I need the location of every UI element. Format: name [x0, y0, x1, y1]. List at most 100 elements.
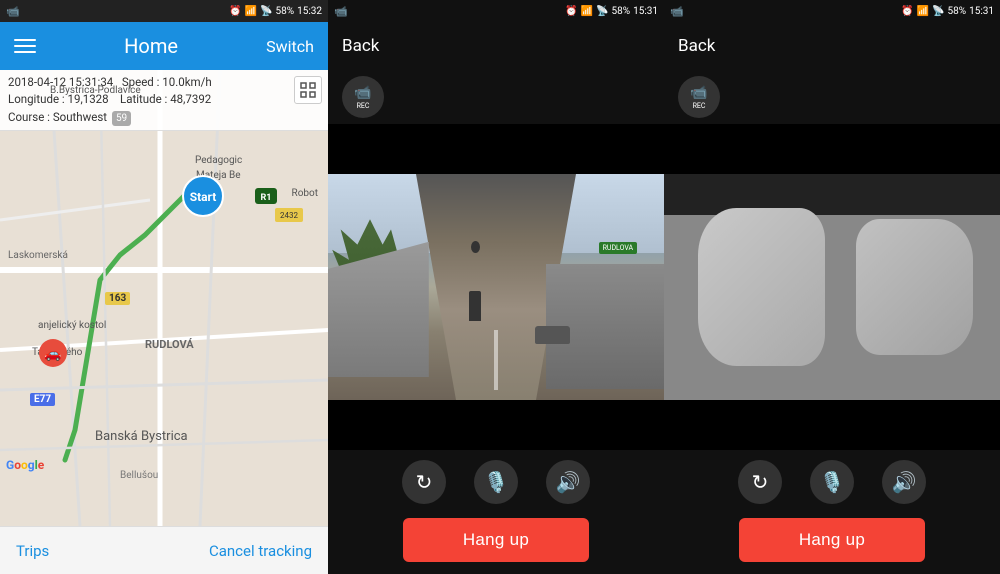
start-marker: Start [182, 175, 224, 217]
svg-text:R1: R1 [261, 193, 272, 203]
signal-icon: 📡 [260, 6, 272, 17]
gps-info: 2018-04-12 15:31:34 Speed : 10.0km/h Lon… [0, 70, 328, 131]
svg-text:2432: 2432 [280, 211, 298, 220]
wifi-icon-v2: 📶 [917, 6, 929, 17]
road-sign: RUDLOVA [599, 242, 638, 254]
map-expand-button[interactable] [294, 76, 322, 104]
menu-icon[interactable] [14, 39, 36, 53]
call-controls-2: ↻ 🎙️ 🔊 [664, 450, 1000, 514]
bellus-label: Bellušou [120, 470, 158, 481]
robot-label: Robot [292, 188, 318, 199]
rec-icon-2: 📹 [690, 85, 707, 101]
call-controls-1: ↻ 🎙️ 🔊 [328, 450, 664, 514]
course-label: Course : [8, 110, 50, 124]
wifi-icon-v1: 📶 [581, 6, 593, 17]
time-map: 15:32 [297, 6, 322, 17]
video-panel-interior: 📹 ⏰ 📶 📡 58% 15:31 Back 📹 REC [664, 0, 1000, 574]
area-label-1: B.Bystrica-Podlavice [50, 85, 141, 96]
mic-icon-1: 🎙️ [484, 470, 509, 494]
dashcam-scene: RUDLOVA [328, 174, 664, 400]
status-bar-video1: 📹 ⏰ 📶 📡 58% 15:31 [328, 0, 664, 22]
rec-area-2: 📹 REC [664, 70, 1000, 124]
person-head [471, 241, 480, 253]
map-area[interactable]: R1 2432 163 E77 B.Bystrica-Podlavice Ped… [0, 70, 328, 526]
interior-image [664, 174, 1000, 400]
car-roof [664, 174, 1000, 215]
switch-button[interactable]: Switch [266, 37, 314, 56]
course-value: Southwest [53, 110, 107, 124]
video-black-bottom-2 [664, 400, 1000, 450]
road-label-e77: E77 [30, 393, 55, 406]
area-label-lask: Laskomerská [8, 250, 68, 261]
trips-button[interactable]: Trips [16, 542, 49, 560]
rec-button-1[interactable]: 📹 REC [342, 76, 384, 118]
hangup-button-2[interactable]: Hang up [739, 518, 925, 562]
rudlova-label: RUDLOVÁ [145, 338, 194, 351]
start-icon-svg: Start [182, 175, 224, 217]
wifi-icon: 📶 [245, 6, 257, 17]
map-background: R1 2432 163 E77 B.Bystrica-Podlavice Ped… [0, 70, 328, 526]
rec-label-2: REC [693, 102, 706, 110]
map-bottom-bar: Trips Cancel tracking [0, 526, 328, 574]
speed-badge: 59 [112, 111, 131, 126]
time-v2: 15:31 [969, 6, 994, 17]
passenger-face [698, 208, 826, 366]
rotate-icon-2: ↻ [752, 470, 769, 494]
volume-button-1[interactable]: 🔊 [546, 460, 590, 504]
app-header: Home Switch [0, 22, 328, 70]
lane-line [494, 330, 498, 390]
video-panel-dashcam: 📹 ⏰ 📶 📡 58% 15:31 Back 📹 REC [328, 0, 664, 574]
hangup-button-1[interactable]: Hang up [403, 518, 589, 562]
svg-text:🚗: 🚗 [44, 346, 61, 362]
car-icon-svg: 🚗 [38, 338, 68, 368]
battery-v2: 58% [948, 6, 967, 17]
rec-button-2[interactable]: 📹 REC [678, 76, 720, 118]
back-button-1[interactable]: Back [342, 36, 379, 56]
mute-button-2[interactable]: 🎙️ [810, 460, 854, 504]
rotate-button-1[interactable]: ↻ [402, 460, 446, 504]
status-bar-video2: 📹 ⏰ 📶 📡 58% 15:31 [664, 0, 1000, 22]
time-v1: 15:31 [633, 6, 658, 17]
latitude-value: 48,7392 [170, 92, 211, 106]
rec-icon-1: 📹 [354, 85, 371, 101]
status-bar-map: 📹 ⏰ 📶 📡 58% 15:32 [0, 0, 328, 22]
area-label-pedagog: Pedagogic [195, 155, 242, 166]
mic-icon-2: 🎙️ [820, 470, 845, 494]
google-logo: Google [6, 458, 44, 472]
hangup-area-2: Hang up [664, 514, 1000, 574]
signal-icon-v1: 📡 [596, 6, 608, 17]
rec-label-1: REC [357, 102, 370, 110]
video-black-bottom-1 [328, 400, 664, 450]
car-marker: 🚗 [38, 338, 68, 368]
driver-face [856, 219, 974, 355]
cancel-tracking-button[interactable]: Cancel tracking [209, 542, 312, 560]
battery-v1: 58% [612, 6, 631, 17]
video-back-area-2: Back [664, 22, 1000, 70]
camera-icon-map: 📹 [6, 5, 20, 18]
app-title: Home [124, 34, 178, 58]
alarm-icon-v1: ⏰ [565, 6, 577, 17]
city-name: Banská Bystrica [95, 429, 188, 444]
rec-area-1: 📹 REC [328, 70, 664, 124]
back-button-2[interactable]: Back [678, 36, 715, 56]
status-icons-map: ⏰ 📶 📡 58% 15:32 [229, 6, 322, 17]
video-black-top-1 [328, 124, 664, 174]
hangup-area-1: Hang up [328, 514, 664, 574]
speed-value: 10.0km/h [162, 75, 211, 89]
mute-button-1[interactable]: 🎙️ [474, 460, 518, 504]
volume-button-2[interactable]: 🔊 [882, 460, 926, 504]
expand-icon [300, 82, 316, 98]
person [469, 291, 481, 321]
rotate-button-2[interactable]: ↻ [738, 460, 782, 504]
camera-icon-v2: 📹 [670, 5, 684, 18]
dashcam-feed: RUDLOVA [328, 124, 664, 450]
alarm-icon-v2: ⏰ [901, 6, 913, 17]
road-label-163: 163 [105, 292, 130, 305]
interior-scene [664, 174, 1000, 400]
alarm-icon: ⏰ [229, 6, 241, 17]
rotate-icon-1: ↻ [416, 470, 433, 494]
status-icons-v2: ⏰ 📶 📡 58% 15:31 [901, 6, 994, 17]
video-black-top-2 [664, 124, 1000, 174]
map-svg: R1 2432 [0, 70, 328, 526]
dashcam-image: RUDLOVA [328, 174, 664, 400]
